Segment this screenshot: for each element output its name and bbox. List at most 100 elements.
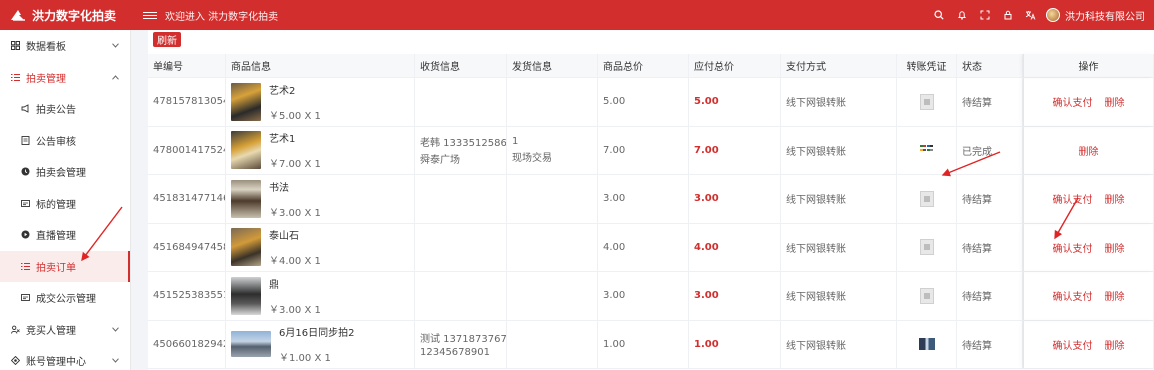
delete-link[interactable]: 删除: [1079, 143, 1099, 158]
bell-icon[interactable]: [950, 0, 973, 30]
translate-icon[interactable]: [1019, 0, 1042, 30]
transfer-voucher: [897, 272, 957, 320]
goods-total: 3.00: [598, 272, 689, 320]
product-info: 书法 ￥3.00 X 1: [226, 175, 415, 223]
amount-due: 3.00: [689, 175, 781, 223]
confirm-payment-link[interactable]: 确认支付: [1053, 94, 1093, 109]
chevron-down-icon[interactable]: [112, 356, 119, 365]
sidebar-item-label: 拍卖订单: [36, 262, 76, 274]
column-header: 收货信息: [415, 54, 507, 77]
confirm-payment-link[interactable]: 确认支付: [1053, 288, 1093, 303]
product-price-qty: ￥1.00 X 1: [279, 353, 331, 365]
chevron-down-icon[interactable]: [112, 41, 119, 50]
image-placeholder-icon[interactable]: [919, 190, 934, 207]
delete-link[interactable]: 删除: [1105, 191, 1125, 206]
goods-total: 4.00: [598, 223, 689, 271]
voucher-qr-image[interactable]: [919, 145, 934, 155]
goods-total: 7.00: [598, 126, 689, 174]
column-header: 应付总价: [689, 54, 781, 77]
product-image[interactable]: [231, 131, 261, 170]
megaphone-icon: [20, 104, 30, 114]
column-header: 商品总价: [598, 54, 689, 77]
sidebar-item[interactable]: 数据看板: [0, 30, 130, 62]
product-text: 鼎 ￥3.00 X 1: [269, 276, 321, 316]
sidebar-item[interactable]: 拍卖订单: [0, 250, 130, 282]
menu-toggle-icon[interactable]: [143, 11, 157, 19]
shipping-info: [507, 320, 598, 368]
row-actions: 确认支付 删除: [1023, 223, 1154, 271]
delete-link[interactable]: 删除: [1105, 337, 1125, 352]
sidebar-item-label: 竞买人管理: [26, 325, 76, 337]
shipping-info: 1 现场交易: [507, 126, 598, 174]
shipping-lines: 1 现场交易: [512, 136, 552, 164]
delete-link[interactable]: 删除: [1105, 94, 1125, 109]
chevron-down-icon[interactable]: [112, 325, 119, 334]
product-info: 6月16日同步拍2 ￥1.00 X 1: [226, 320, 415, 368]
amount-due-value: 3.00: [694, 193, 719, 205]
sidebar-item-label: 公告审核: [36, 136, 76, 148]
sidebar-item-label: 拍卖公告: [36, 105, 76, 117]
settings-icon: [10, 356, 20, 366]
search-icon[interactable]: [927, 0, 950, 30]
product-text: 艺术2 ￥5.00 X 1: [269, 82, 321, 122]
sidebar-item-label: 数据看板: [26, 42, 66, 54]
delete-link[interactable]: 删除: [1105, 240, 1125, 255]
product-info: 艺术2 ￥5.00 X 1: [226, 78, 415, 126]
amount-due: 3.00: [689, 272, 781, 320]
receiver-lines: 老韩 13335125867 舜泰广场: [420, 134, 506, 166]
fullscreen-icon[interactable]: [973, 0, 996, 30]
product-text: 书法 ￥3.00 X 1: [269, 179, 321, 219]
product-name: 鼎: [269, 279, 279, 291]
avatar: [1046, 8, 1060, 22]
delete-link[interactable]: 删除: [1105, 288, 1125, 303]
receiver-info: 老韩 13335125867 舜泰广场: [415, 126, 507, 174]
amount-due: 7.00: [689, 126, 781, 174]
table-header: 单编号 商品信息 收货信息 发货信息 商品总价 应付总价 支付方式 转账凭证 状态 操作: [148, 54, 1154, 78]
payment-method: 线下网银转账: [781, 272, 897, 320]
sidebar-item[interactable]: 直播管理: [0, 219, 130, 251]
product-price-qty: ￥7.00 X 1: [269, 159, 321, 171]
row-actions: 确认支付 删除: [1023, 320, 1154, 368]
user-menu[interactable]: 洪力科技有限公司: [1046, 8, 1145, 23]
table-row: 451831477146... 书法 ￥3.00 X 1 3.00 3.00 线下网银转账…: [148, 175, 1154, 224]
product-name: 书法: [269, 182, 289, 194]
order-number: 450660182942...: [148, 320, 226, 368]
order-number: 451684947458...: [148, 223, 226, 271]
sidebar-item[interactable]: 成交公示管理: [0, 282, 130, 314]
sidebar: 数据看板拍卖管理拍卖公告公告审核拍卖会管理 标的管理 直播管理拍卖订单成交公示管理竞…: [0, 30, 131, 370]
sidebar-item[interactable]: 标的管理: [0, 188, 130, 220]
product-image[interactable]: [231, 331, 271, 358]
product-image[interactable]: [231, 276, 261, 315]
chevron-up-icon[interactable]: [112, 73, 119, 82]
voucher-photo[interactable]: [918, 338, 935, 351]
refresh-button[interactable]: 刷新: [153, 32, 181, 47]
product-image[interactable]: [231, 82, 261, 121]
shipping-info: [507, 175, 598, 223]
confirm-payment-link[interactable]: 确认支付: [1053, 191, 1093, 206]
sidebar-item[interactable]: 拍卖公告: [0, 93, 130, 125]
sidebar-item[interactable]: 拍卖管理: [0, 62, 130, 94]
image-placeholder-icon[interactable]: [919, 287, 934, 304]
company-name: 洪力科技有限公司: [1065, 11, 1145, 23]
product-name: 泰山石: [269, 231, 299, 243]
order-status: 待结算: [957, 175, 1023, 223]
users-icon: [10, 324, 20, 334]
main-content: 刷新 单编号 商品信息 收货信息 发货信息 商品总价 应付总价 支付方式 转账凭证 状态 操作 4…: [148, 30, 1154, 370]
confirm-payment-link[interactable]: 确认支付: [1053, 240, 1093, 255]
app-logo[interactable]: 洪力数字化拍卖: [0, 0, 135, 30]
product-image[interactable]: [231, 228, 261, 267]
sidebar-item[interactable]: 公告审核: [0, 125, 130, 157]
sidebar-item-label: 成交公示管理: [36, 294, 96, 306]
sidebar-item[interactable]: 账号管理中心: [0, 345, 130, 370]
sidebar-item[interactable]: 拍卖会管理: [0, 156, 130, 188]
order-status: 待结算: [957, 223, 1023, 271]
transfer-voucher: [897, 78, 957, 126]
image-placeholder-icon[interactable]: [919, 93, 934, 110]
transfer-voucher: [897, 126, 957, 174]
image-placeholder-icon[interactable]: [919, 239, 934, 256]
product-image[interactable]: [231, 179, 261, 218]
sidebar-item[interactable]: 竞买人管理: [0, 314, 130, 346]
receiver-info: [415, 272, 507, 320]
confirm-payment-link[interactable]: 确认支付: [1053, 337, 1093, 352]
lock-icon[interactable]: [996, 0, 1019, 30]
